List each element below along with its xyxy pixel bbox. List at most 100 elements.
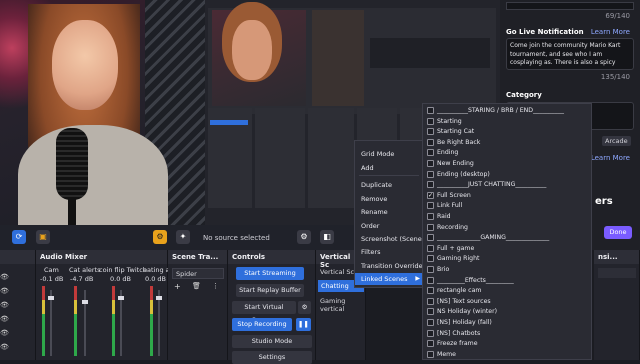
checkbox-icon[interactable] xyxy=(427,350,434,358)
menu-item-duplicate[interactable]: Duplicate xyxy=(355,181,423,189)
checkbox-icon[interactable] xyxy=(427,223,434,231)
linked-scene-item[interactable]: Starting xyxy=(423,117,591,127)
menu-item-filters[interactable]: Filters xyxy=(355,248,423,256)
studio-mode-button[interactable]: Studio Mode xyxy=(232,335,312,348)
linked-scene-item[interactable]: Freeze frame xyxy=(423,339,591,349)
learn-more-link[interactable]: Learn More xyxy=(591,28,630,36)
checkbox-icon[interactable] xyxy=(427,234,434,242)
settings-button[interactable]: Settings xyxy=(232,351,312,364)
menu-item-transition-override[interactable]: Transition Override xyxy=(355,262,423,270)
gear-icon[interactable]: ⚙ xyxy=(153,230,167,244)
start-streaming-button[interactable]: Start Streaming xyxy=(236,267,304,280)
source-settings-icon[interactable]: ⚙ xyxy=(297,230,311,244)
learn-more-link-2[interactable]: Learn More xyxy=(591,154,630,162)
linked-scene-item[interactable]: rectangle cam xyxy=(423,286,591,296)
source-filter-icon[interactable]: ◧ xyxy=(320,230,334,244)
menu-item-linked-scenes[interactable]: Linked Scenes xyxy=(355,273,423,285)
linked-scene-header[interactable]: __________STARING / BRB / END__________ xyxy=(423,106,591,116)
checkbox-icon[interactable] xyxy=(427,107,434,114)
checkbox-icon[interactable] xyxy=(427,128,434,136)
fader-knob[interactable] xyxy=(82,300,88,304)
refresh-icon[interactable]: ⟳ xyxy=(12,230,26,244)
category-tag[interactable]: Arcade xyxy=(602,136,631,146)
add-transition-icon[interactable]: + xyxy=(174,282,181,291)
checkbox-icon[interactable] xyxy=(427,244,434,252)
linked-scene-item[interactable]: Ending (desktop) xyxy=(423,170,591,180)
checkbox-icon[interactable] xyxy=(427,138,434,146)
fader-knob[interactable] xyxy=(156,296,162,300)
fader-knob[interactable] xyxy=(118,296,124,300)
title-field[interactable] xyxy=(506,2,634,10)
volume-fader[interactable] xyxy=(48,290,54,356)
checkbox-icon[interactable] xyxy=(427,340,434,348)
checkbox-icon[interactable] xyxy=(427,276,434,284)
visibility-icons[interactable]: 👁 👁 👁 👁 👁 👁 xyxy=(0,270,9,354)
notification-textarea[interactable]: Come join the community Mario Kart tourn… xyxy=(506,38,634,70)
linked-scene-item[interactable]: New Ending xyxy=(423,159,591,169)
fader-knob[interactable] xyxy=(48,296,54,300)
linked-scene-item[interactable]: NS Holiday (winter) xyxy=(423,307,591,317)
start-replay-buffer-button[interactable]: Start Replay Buffer xyxy=(236,284,304,297)
trash-icon[interactable]: 🗑 xyxy=(192,282,201,290)
checkbox-icon[interactable] xyxy=(427,149,434,157)
pin-icon[interactable]: ✦ xyxy=(176,230,190,244)
linked-scene-header[interactable]: ______________GAMING______________ xyxy=(423,233,591,243)
done-button[interactable]: Done xyxy=(604,226,632,239)
volume-fader[interactable] xyxy=(82,290,88,356)
volume-fader[interactable] xyxy=(156,290,162,356)
menu-item-add[interactable]: Add xyxy=(355,164,423,172)
vertical-scene-item[interactable]: Gaming vertical xyxy=(320,297,365,313)
checkbox-icon[interactable] xyxy=(427,329,434,337)
menu-item-grid-mode[interactable]: Grid Mode xyxy=(355,150,423,158)
linked-scene-item[interactable]: Gaming Right xyxy=(423,254,591,264)
lock-icon[interactable]: ▣ xyxy=(36,230,50,244)
linked-scene-header[interactable]: __________JUST CHATTING__________ xyxy=(423,180,591,190)
linked-scene-item[interactable]: [NS] Text sources xyxy=(423,297,591,307)
nested-panel xyxy=(312,10,364,106)
linked-scene-item[interactable]: Meme xyxy=(423,350,591,360)
linked-scene-item[interactable]: Be Right Back xyxy=(423,138,591,148)
pause-icon[interactable]: ❚❚ xyxy=(296,318,311,331)
checkbox-icon[interactable] xyxy=(427,287,434,295)
checkbox-icon[interactable] xyxy=(427,213,434,220)
menu-item-remove[interactable]: Remove xyxy=(355,195,423,203)
checkbox-icon[interactable] xyxy=(427,319,434,326)
checkbox-icon[interactable] xyxy=(427,255,434,263)
linked-scene-item[interactable]: [NS] Chatbots xyxy=(423,329,591,339)
nested-mixer xyxy=(255,108,305,208)
checkbox-icon[interactable] xyxy=(427,202,434,210)
virtual-camera-settings-icon[interactable]: ⚙ xyxy=(298,301,311,314)
streamer-face xyxy=(52,20,118,110)
linked-scene-item[interactable]: ✓ Full Screen xyxy=(423,191,591,201)
more-icon[interactable]: ⋮ xyxy=(212,282,219,290)
linked-scene-item[interactable]: [NS] Holiday (fall) xyxy=(423,318,591,328)
checkbox-icon[interactable] xyxy=(427,170,434,178)
checkbox-icon[interactable] xyxy=(427,308,434,316)
linked-scene-item[interactable]: Full + game xyxy=(423,244,591,254)
controls-title: Controls xyxy=(228,250,315,264)
transition-select[interactable]: Spider xyxy=(172,268,224,279)
linked-scene-item[interactable]: Link Full xyxy=(423,201,591,211)
checkbox-icon[interactable] xyxy=(427,297,434,305)
nested-transitions xyxy=(308,108,354,208)
linked-scene-item[interactable]: Recording xyxy=(423,223,591,233)
checkbox-icon[interactable] xyxy=(427,160,434,167)
linked-scene-item[interactable]: Ending xyxy=(423,148,591,158)
checkbox-icon[interactable] xyxy=(427,181,434,189)
volume-fader[interactable] xyxy=(118,290,124,356)
linked-scene-item[interactable]: Brio xyxy=(423,265,591,275)
start-virtual-camera-button[interactable]: Start Virtual Camera xyxy=(232,301,296,324)
checkbox-icon[interactable] xyxy=(427,117,434,125)
menu-separator xyxy=(359,175,419,176)
checkbox-checked-icon[interactable]: ✓ xyxy=(427,191,434,199)
right-dock-select[interactable] xyxy=(598,268,636,278)
stop-recording-button[interactable]: Stop Recording xyxy=(232,318,292,331)
linked-scene-item[interactable]: Raid xyxy=(423,212,591,222)
linked-scene-item[interactable]: Starting Cat xyxy=(423,127,591,137)
checkbox-icon[interactable] xyxy=(427,266,434,273)
linked-scene-header[interactable]: _________Effects_________ xyxy=(423,276,591,286)
menu-item-rename[interactable]: Rename xyxy=(355,208,423,216)
menu-item-screenshot[interactable]: Screenshot (Scene) xyxy=(355,235,424,243)
menu-item-order[interactable]: Order xyxy=(355,222,423,230)
vertical-scene-item[interactable]: Vertical Sce xyxy=(320,268,358,276)
